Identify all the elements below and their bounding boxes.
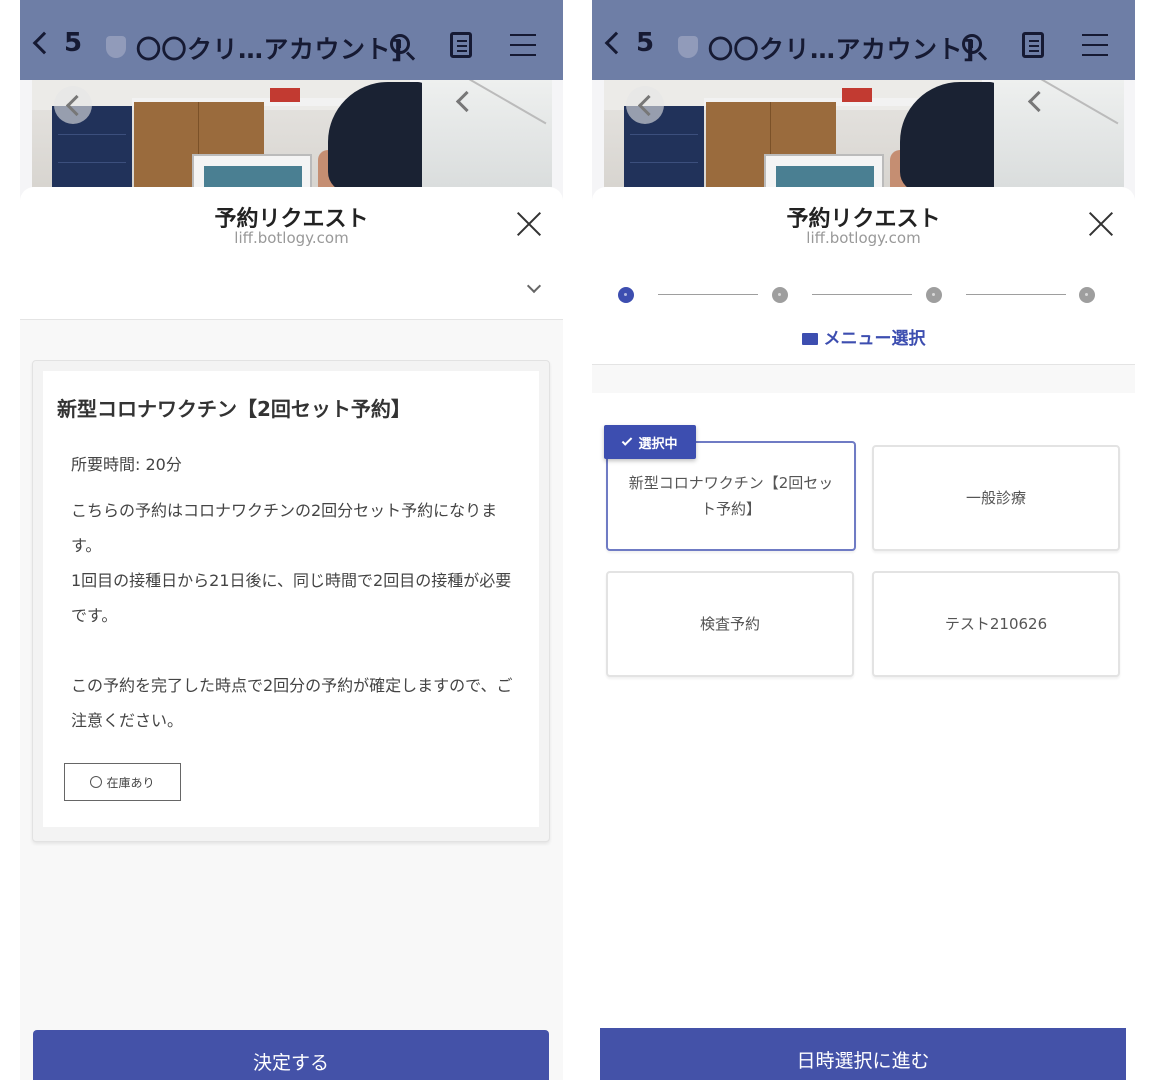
menu-item[interactable]: 一般診療: [872, 445, 1120, 551]
chat-title: 〇〇クリ…アカウント]: [708, 35, 975, 64]
menu-icon[interactable]: [510, 32, 538, 60]
circle-icon: [90, 776, 103, 788]
carousel-prev-icon[interactable]: [444, 82, 482, 120]
step-label: メニュー選択: [592, 324, 1135, 349]
verified-badge-icon: [106, 36, 126, 58]
stock-badge: 在庫あり: [64, 763, 181, 801]
menu-item-label: テスト210626: [944, 615, 1048, 633]
note-icon[interactable]: [450, 32, 472, 58]
chevron-left-icon: [604, 31, 628, 55]
chat-header: 5 〇〇クリ…アカウント]: [20, 0, 563, 80]
menu-item-label: 一般診療: [965, 489, 1026, 507]
menu-item-label: 新型コロナワクチン【2回セット予約】: [628, 474, 834, 518]
back-button[interactable]: 5: [604, 28, 655, 58]
next-step-button[interactable]: 日時選択に進む: [600, 1028, 1126, 1080]
clinic-photo-2: [422, 80, 552, 192]
step-3-dot: [926, 287, 942, 303]
liff-panel-menu-select: 5 〇〇クリ…アカウント] 予約リクエスト liff.botlogy.com メ…: [592, 0, 1135, 1080]
menu-title: 新型コロナワクチン【2回セット予約】: [57, 397, 411, 421]
liff-panel-menu-detail: 5 〇〇クリ…アカウント] 予約リクエスト liff.botlogy.com 新…: [20, 0, 563, 1080]
step-1-dot: [618, 287, 634, 303]
unread-count: 5: [636, 28, 655, 58]
step-label-text: メニュー選択: [823, 329, 926, 349]
chevron-down-icon: [526, 278, 542, 294]
verified-badge-icon: [678, 36, 698, 58]
chevron-left-icon: [32, 31, 56, 55]
confirm-button[interactable]: 決定する: [33, 1030, 549, 1080]
step-connector: [966, 294, 1066, 295]
clinic-photo-2: [994, 80, 1124, 192]
menu-item-label: 検査予約: [699, 615, 760, 633]
menu-grid: 新型コロナワクチン【2回セット予約】 一般診療 検査予約 テスト210626: [592, 393, 1135, 1080]
note-icon[interactable]: [1022, 32, 1044, 58]
chat-header: 5 〇〇クリ…アカウント]: [592, 0, 1135, 80]
back-button[interactable]: 5: [32, 28, 83, 58]
liff-sheet: 予約リクエスト liff.botlogy.com メニュー選択 新型コロナワクチ…: [592, 187, 1135, 1080]
expand-toggle[interactable]: [20, 259, 563, 320]
sheet-header: 予約リクエスト liff.botlogy.com: [20, 187, 563, 259]
liff-sheet: 予約リクエスト liff.botlogy.com 新型コロナワクチン【2回セット…: [20, 187, 563, 1080]
close-icon[interactable]: [515, 211, 542, 237]
menu-detail-card: 新型コロナワクチン【2回セット予約】 所要時間: 20分 こちらの予約はコロナワ…: [32, 360, 550, 842]
selected-badge-label: 選択中: [638, 436, 678, 452]
search-icon[interactable]: [388, 32, 416, 61]
menu-icon[interactable]: [1082, 32, 1110, 60]
step-connector: [658, 294, 758, 295]
step-2-dot: [772, 287, 788, 303]
menu-detail-inner: 新型コロナワクチン【2回セット予約】 所要時間: 20分 こちらの予約はコロナワ…: [43, 371, 539, 827]
stepper-bg: [592, 259, 1135, 365]
step-4-dot: [1079, 287, 1095, 303]
menu-description: こちらの予約はコロナワクチンの2回分セット予約になります。 1回目の接種日から2…: [71, 501, 513, 730]
carousel-prev-icon[interactable]: [54, 86, 92, 124]
menu-item[interactable]: 検査予約: [606, 571, 854, 677]
menu-item[interactable]: テスト210626: [872, 571, 1120, 677]
sheet-url: liff.botlogy.com: [234, 229, 349, 247]
selected-badge: 選択中: [604, 425, 696, 459]
carousel-prev-icon[interactable]: [626, 86, 664, 124]
chat-title: 〇〇クリ…アカウント]: [136, 35, 403, 64]
book-icon: [801, 333, 818, 345]
menu-duration: 所要時間: 20分: [71, 455, 182, 474]
check-icon: [622, 434, 633, 446]
step-connector: [812, 294, 912, 295]
unread-count: 5: [64, 28, 83, 58]
carousel-prev-icon[interactable]: [1016, 82, 1054, 120]
rich-message-carousel: [604, 80, 1124, 192]
stock-label: 在庫あり: [106, 775, 155, 790]
rich-message-carousel: [32, 80, 552, 192]
search-icon[interactable]: [960, 32, 988, 61]
